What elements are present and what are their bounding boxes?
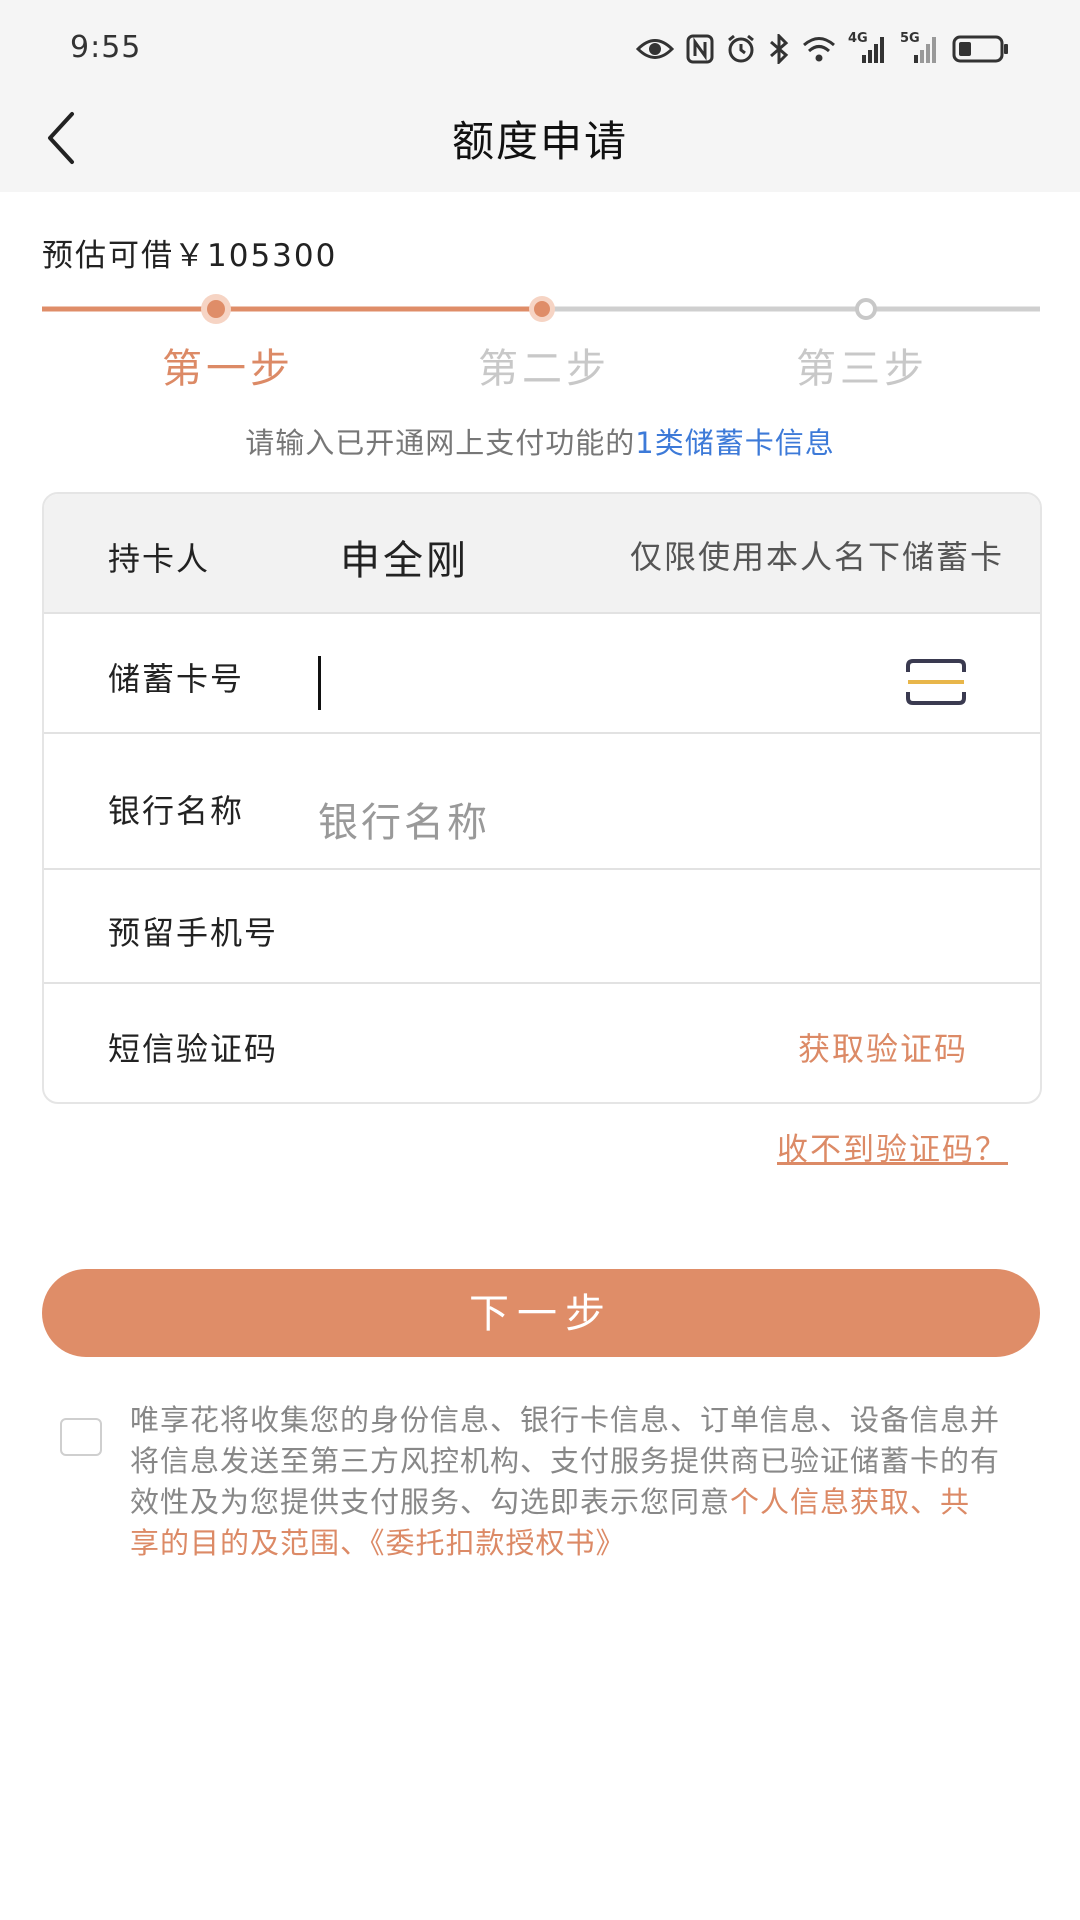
bank-name-field[interactable]: 银行名称 [318, 790, 490, 848]
card-type-highlight: 1类储蓄卡信息 [635, 426, 835, 460]
bank-name-row: 银行名称 银行名称 [44, 734, 1040, 870]
card-number-row: 储蓄卡号 [44, 614, 1040, 734]
sms-code-label: 短信验证码 [108, 1030, 279, 1068]
eye-icon [636, 36, 674, 62]
cardholder-name: 申全刚 [340, 538, 469, 584]
card-hint: 请输入已开通网上支付功能的1类储蓄卡信息 [245, 426, 835, 460]
no-code-link[interactable]: 收不到验证码？ [777, 1124, 1008, 1169]
page-title: 额度申请 [451, 117, 628, 166]
step-3-label: 第三步 [796, 346, 928, 392]
get-code-button[interactable]: 获取验证码 [798, 1024, 968, 1070]
status-icons: 4G 5G [636, 31, 1010, 66]
step-2-label: 第二步 [478, 346, 610, 392]
step1-dot [207, 300, 225, 318]
step-labels: 第一步 第二步 第三步 [0, 336, 1080, 396]
step3-dot [855, 298, 877, 320]
step-1-label: 第一步 [162, 346, 294, 392]
phone-input[interactable] [344, 900, 948, 954]
signal-5g-icon: 5G [900, 31, 940, 65]
card-number-label: 储蓄卡号 [108, 660, 245, 698]
cardholder-note: 仅限使用本人名下储蓄卡 [629, 538, 1004, 576]
phone-label: 预留手机号 [108, 914, 279, 952]
bluetooth-icon [768, 34, 790, 64]
cardholder-row: 持卡人 申全刚 仅限使用本人名下储蓄卡 [44, 494, 1040, 614]
next-step-button[interactable]: 下一步 [42, 1269, 1040, 1357]
sms-code-row: 短信验证码 获取验证码 [44, 984, 1040, 1102]
signal-4g-icon: 4G [848, 31, 888, 65]
top-bar: 9:55 4G 5G 额度申请 [0, 0, 1080, 192]
status-time: 9:55 [70, 30, 142, 65]
sms-code-input[interactable] [344, 1016, 688, 1070]
nfc-icon [686, 34, 714, 64]
agreement-text: 唯享花将收集您的身份信息、银行卡信息、订单信息、设备信息并将信息发送至第三方风控… [130, 1403, 1001, 1560]
debit-authorization-link[interactable]: 《委托扣款授权书》 [370, 1526, 626, 1560]
card-number-input[interactable] [318, 656, 931, 710]
battery-icon [952, 35, 1010, 63]
wifi-icon [802, 35, 836, 63]
phone-row: 预留手机号 [44, 870, 1040, 984]
scan-card-icon[interactable] [904, 658, 968, 710]
alarm-icon [726, 34, 756, 64]
agreement-checkbox[interactable] [60, 1418, 102, 1456]
cardholder-label: 持卡人 [108, 540, 211, 578]
bank-card-form: 持卡人 申全刚 仅限使用本人名下储蓄卡 储蓄卡号 银行名称 银行名称 预留手机号… [42, 492, 1042, 1104]
estimate-amount: 预估可借￥105300 [42, 238, 338, 274]
step2-dot [534, 301, 550, 317]
step-progress [42, 294, 1040, 324]
bank-name-label: 银行名称 [108, 792, 245, 830]
